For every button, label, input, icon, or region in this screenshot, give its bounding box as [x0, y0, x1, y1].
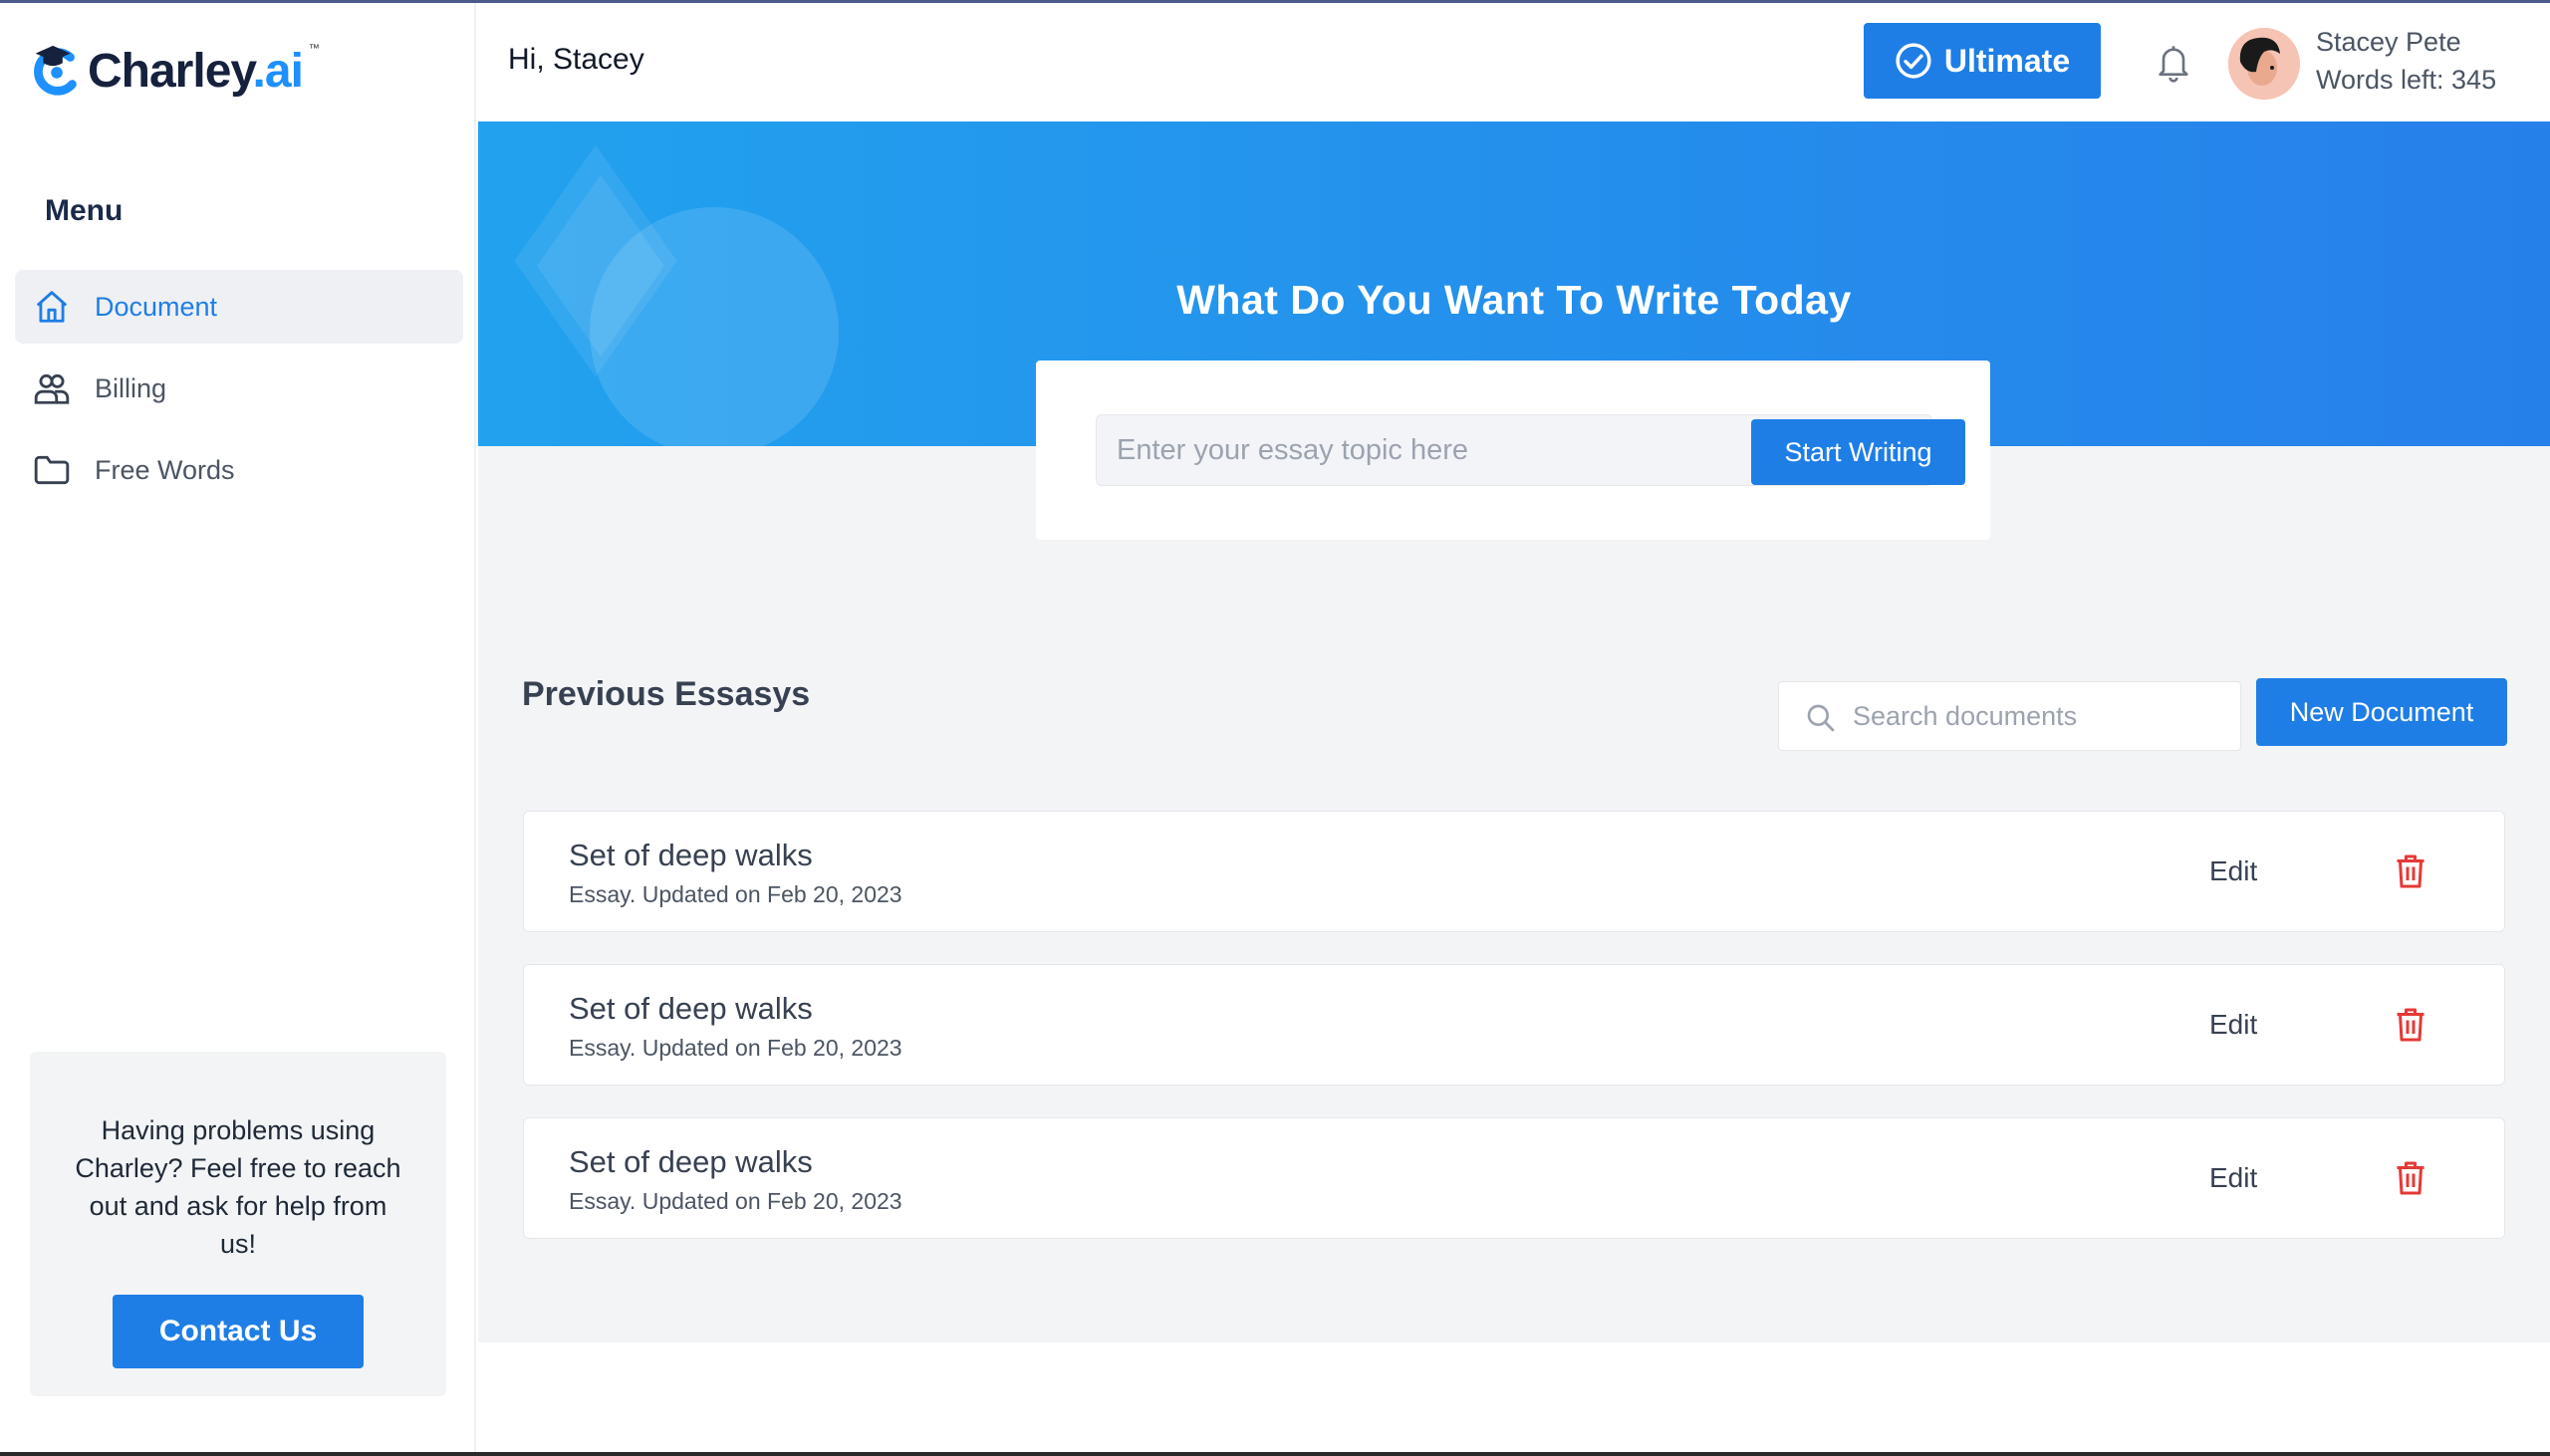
topic-input-wrapper: Start Writing: [1096, 414, 1932, 486]
essay-title: Set of deep walks: [569, 838, 813, 873]
sidebar-item-label: Billing: [95, 373, 166, 404]
ultimate-plan-button[interactable]: Ultimate: [1864, 23, 2101, 99]
edit-button[interactable]: Edit: [2209, 855, 2257, 887]
greeting: Hi, Stacey: [508, 43, 644, 77]
contact-us-button[interactable]: Contact Us: [113, 1295, 364, 1368]
trash-icon[interactable]: [2393, 851, 2428, 891]
help-text: Having problems using Charley? Feel free…: [69, 1111, 407, 1263]
essay-title: Set of deep walks: [569, 991, 813, 1027]
logo[interactable]: Charley.ai ™: [28, 39, 320, 103]
sidebar-item-label: Document: [95, 292, 217, 323]
previous-essays-title: Previous Essasys: [522, 675, 810, 714]
charley-logo-icon: [28, 42, 86, 100]
essay-row[interactable]: Set of deep walks Essay. Updated on Feb …: [523, 964, 2505, 1086]
banner-decoration: [590, 207, 839, 446]
sidebar-item-billing[interactable]: Billing: [15, 352, 463, 425]
check-circle-icon: [1895, 42, 1932, 80]
logo-trademark: ™: [309, 43, 320, 55]
avatar-icon: [2228, 28, 2300, 100]
trash-icon[interactable]: [2393, 1158, 2428, 1198]
search-icon: [1805, 702, 1837, 734]
hero-title: What Do You Want To Write Today: [478, 277, 2550, 324]
sidebar-nav: Document Billing Free Words: [15, 270, 463, 515]
essay-topic-input[interactable]: [1097, 415, 1704, 485]
trash-icon[interactable]: [2393, 1005, 2428, 1045]
top-header: Hi, Stacey Ultimate Stacey Pete Words le…: [478, 3, 2550, 121]
essay-list: Set of deep walks Essay. Updated on Feb …: [523, 811, 2505, 1271]
essay-row[interactable]: Set of deep walks Essay. Updated on Feb …: [523, 1117, 2505, 1239]
menu-title: Menu: [45, 194, 123, 228]
main-content: What Do You Want To Write Today Start Wr…: [478, 121, 2550, 1342]
bottom-border: [0, 1452, 2550, 1456]
user-name: Stacey Pete: [2316, 27, 2461, 58]
search-box: [1778, 681, 2241, 751]
bell-icon[interactable]: [2154, 41, 2193, 85]
folder-icon: [31, 449, 73, 491]
new-document-button[interactable]: New Document: [2256, 678, 2507, 746]
sidebar-item-document[interactable]: Document: [15, 270, 463, 344]
topic-card: Start Writing: [1036, 361, 1990, 540]
help-card: Having problems using Charley? Feel free…: [30, 1052, 446, 1396]
essay-subtitle: Essay. Updated on Feb 20, 2023: [569, 1188, 902, 1215]
edit-button[interactable]: Edit: [2209, 1009, 2257, 1041]
logo-text: Charley.ai: [88, 44, 303, 99]
search-documents-input[interactable]: [1853, 682, 2231, 750]
essay-row[interactable]: Set of deep walks Essay. Updated on Feb …: [523, 811, 2505, 932]
edit-button[interactable]: Edit: [2209, 1162, 2257, 1194]
home-icon: [31, 286, 73, 328]
users-icon: [31, 367, 73, 409]
avatar[interactable]: [2228, 28, 2300, 100]
essay-subtitle: Essay. Updated on Feb 20, 2023: [569, 881, 902, 908]
sidebar: Charley.ai ™ Menu Document Billing Free …: [0, 3, 476, 1452]
start-writing-button[interactable]: Start Writing: [1751, 419, 1965, 485]
sidebar-item-free-words[interactable]: Free Words: [15, 433, 463, 507]
sidebar-item-label: Free Words: [95, 455, 235, 486]
ultimate-label: Ultimate: [1944, 43, 2070, 80]
essay-subtitle: Essay. Updated on Feb 20, 2023: [569, 1035, 902, 1062]
essay-title: Set of deep walks: [569, 1144, 813, 1180]
words-left: Words left: 345: [2316, 65, 2496, 96]
